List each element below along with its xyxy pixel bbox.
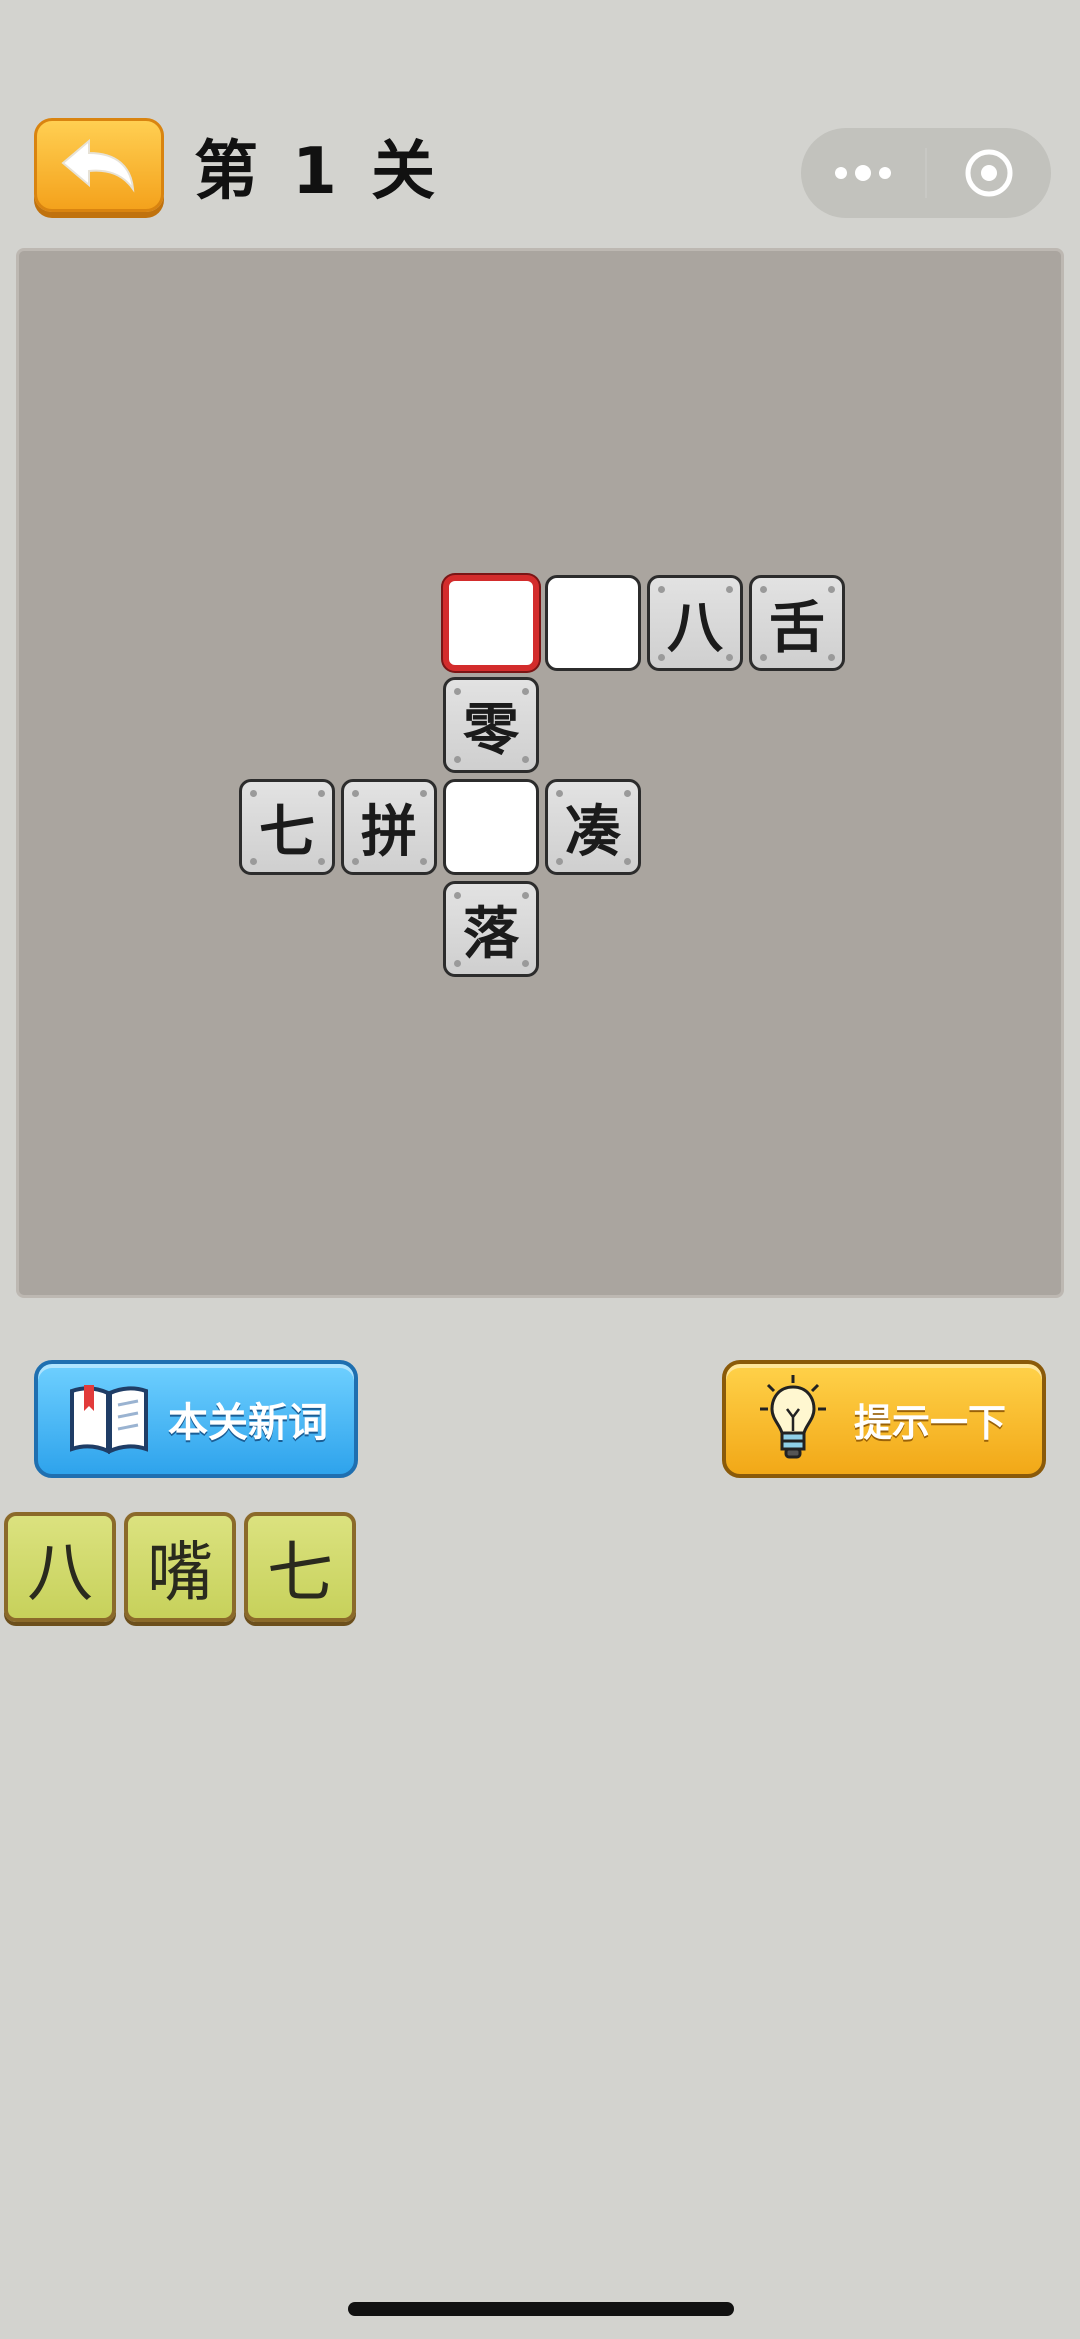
- target-circle-icon: [965, 149, 1013, 197]
- grid-cell: 凑: [545, 779, 641, 875]
- light-bulb-icon: [760, 1375, 826, 1459]
- new-words-button[interactable]: 本关新词: [34, 1360, 358, 1478]
- close-mini-program-button[interactable]: [927, 128, 1051, 218]
- grid-cell: 拼: [341, 779, 437, 875]
- grid-cell: 七: [239, 779, 335, 875]
- undo-arrow-icon: [61, 138, 135, 193]
- grid-cell-empty[interactable]: [545, 575, 641, 671]
- more-menu-button[interactable]: [801, 128, 925, 218]
- answer-tile[interactable]: 嘴: [124, 1512, 236, 1622]
- level-title: 第 1 关: [194, 135, 442, 209]
- back-button[interactable]: [34, 118, 164, 212]
- more-dots-icon: [835, 165, 891, 181]
- puzzle-board: 八 舌 零 七 拼 凑 落: [16, 248, 1064, 1298]
- book-icon: [70, 1385, 148, 1455]
- grid-cell: 舌: [749, 575, 845, 671]
- hint-label: 提示一下: [854, 1400, 1007, 1445]
- grid-cell: 落: [443, 881, 539, 977]
- answer-tile-tray: 八 嘴 七: [4, 1512, 356, 1622]
- grid-cell-empty[interactable]: [443, 779, 539, 875]
- answer-tile[interactable]: 八: [4, 1512, 116, 1622]
- grid-cell-empty-selected[interactable]: [443, 575, 539, 671]
- new-words-label: 本关新词: [168, 1400, 328, 1446]
- game-screen: 第 1 关 八 舌 零 七 拼 凑 落 本关新词 提示一下 八 嘴 七: [0, 0, 1080, 2339]
- hint-button[interactable]: 提示一下: [722, 1360, 1046, 1478]
- mini-program-capsule: [801, 128, 1051, 218]
- answer-tile[interactable]: 七: [244, 1512, 356, 1622]
- home-indicator[interactable]: [348, 2302, 734, 2316]
- grid-cell: 八: [647, 575, 743, 671]
- grid-cell: 零: [443, 677, 539, 773]
